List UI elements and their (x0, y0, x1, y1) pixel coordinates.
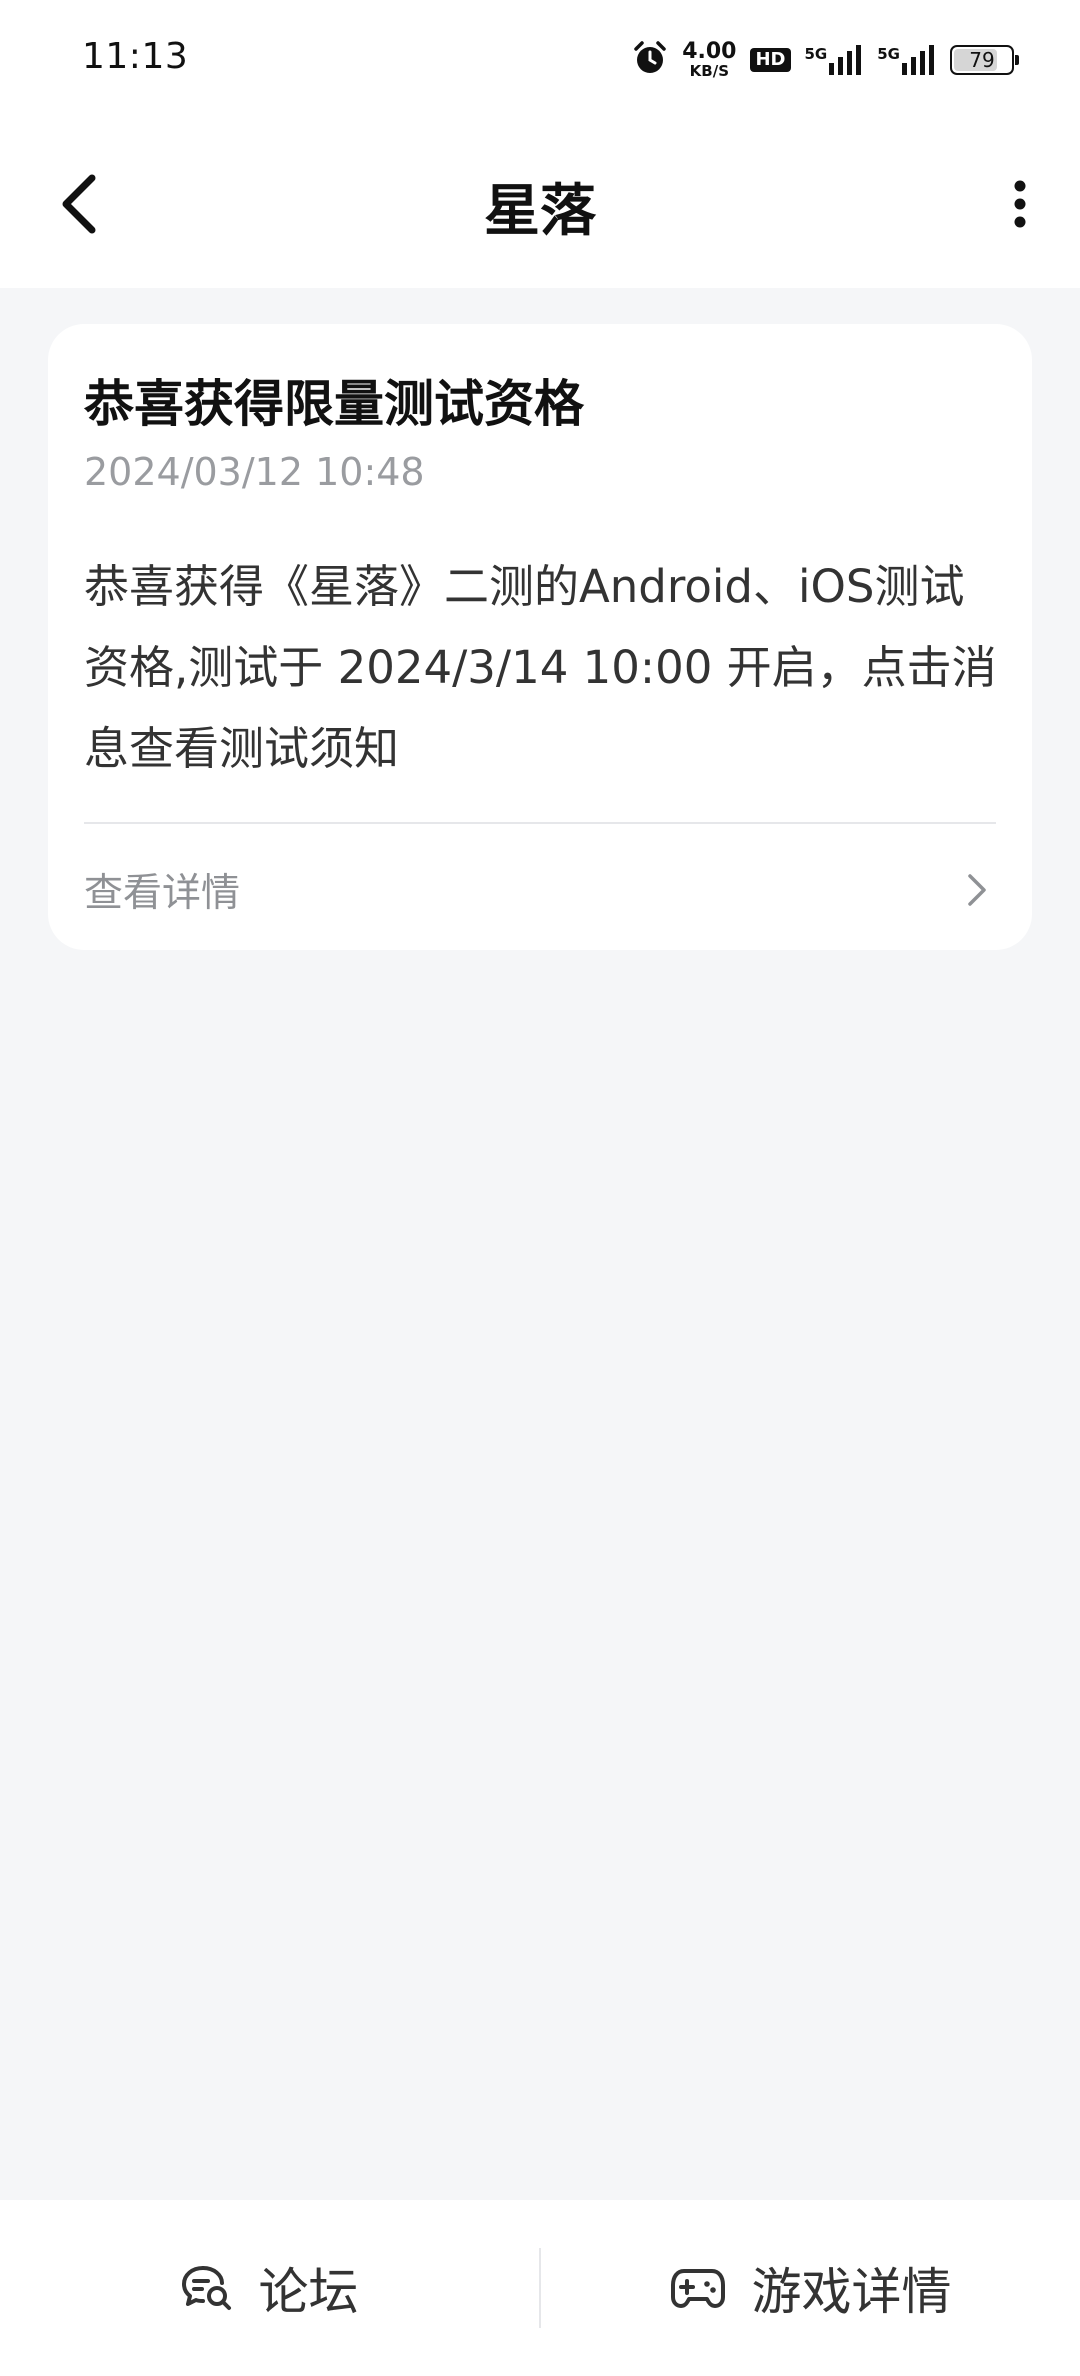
status-time: 11:13 (82, 36, 189, 77)
network-speed-value: 4.00 (682, 39, 737, 64)
message-body: 恭喜获得《星落》二测的Android、iOS测试资格,测试于 2024/3/14… (84, 560, 997, 775)
message-card[interactable]: 恭喜获得限量测试资格 2024/03/12 10:48 恭喜获得《星落》二测的A… (48, 324, 1032, 950)
forum-label: 论坛 (258, 2263, 359, 2321)
more-vertical-icon (1014, 180, 1026, 228)
gamepad-icon (670, 2269, 725, 2308)
chat-search-icon (181, 2266, 231, 2310)
network-speed: 4.00 KB/S (682, 41, 736, 79)
signal-2: 5G (877, 45, 936, 75)
message-timestamp: 2024/03/12 10:48 (84, 450, 425, 494)
divider (84, 822, 996, 824)
signal-1-label: 5G (804, 45, 828, 63)
view-details-link[interactable]: 查看详情 (84, 862, 240, 918)
hd-badge: HD (750, 48, 791, 72)
nav-bar: 星落 (0, 120, 1080, 288)
game-details-label: 游戏详情 (751, 2263, 952, 2321)
page-title: 星落 (484, 179, 596, 244)
status-bar: 11:13 4.00 KB/S HD 5G 5G 79 (0, 0, 1080, 120)
network-speed-unit: KB/S (689, 62, 730, 80)
chevron-right-icon[interactable] (962, 870, 992, 910)
signal-bars-icon (902, 45, 934, 75)
game-details-button[interactable]: 游戏详情 (541, 2200, 1080, 2376)
battery-level: 79 (969, 48, 995, 72)
battery-indicator: 79 (950, 45, 1019, 75)
signal-1: 5G (805, 45, 864, 75)
alarm-icon (632, 40, 668, 80)
forum-button[interactable]: 论坛 (0, 2200, 539, 2376)
status-icons: 4.00 KB/S HD 5G 5G 79 (632, 38, 1019, 82)
more-button[interactable] (1000, 178, 1040, 230)
signal-2-label: 5G (877, 45, 900, 63)
message-title: 恭喜获得限量测试资格 (84, 375, 584, 433)
signal-bars-icon (829, 45, 862, 75)
bottom-bar: 论坛 游戏详情 (0, 2200, 1080, 2376)
